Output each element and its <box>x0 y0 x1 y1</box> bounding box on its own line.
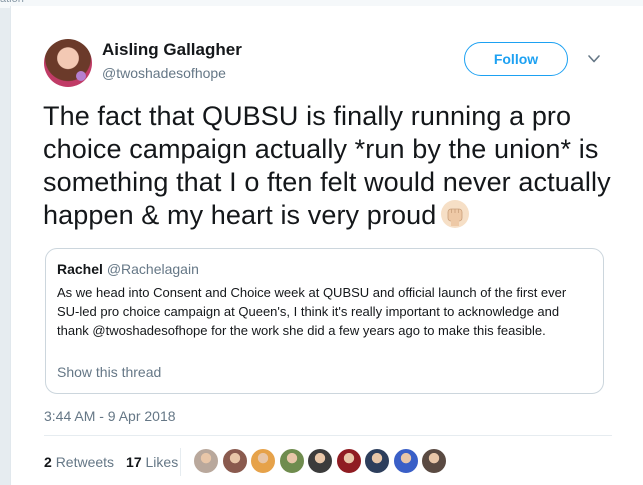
liker-avatar[interactable] <box>250 448 276 474</box>
tweet-timestamp[interactable]: 3:44 AM - 9 Apr 2018 <box>44 408 176 424</box>
liker-avatar[interactable] <box>335 448 362 474</box>
tweet-stats: 2 Retweets 17 Likes <box>44 454 178 470</box>
tweet-body: The fact that QUBSU is finally running a… <box>43 101 611 230</box>
liker-avatar[interactable] <box>221 448 248 474</box>
avatar[interactable] <box>44 39 92 87</box>
background-text: ation <box>0 0 24 5</box>
author-handle[interactable]: @twoshadesofhope <box>102 65 226 81</box>
retweets-count: 2 <box>44 454 52 470</box>
tweet-text: The fact that QUBSU is finally running a… <box>43 100 613 232</box>
stats-separator <box>180 448 181 476</box>
retweets-label: Retweets <box>55 454 115 470</box>
liker-avatar[interactable] <box>392 448 419 474</box>
quoted-author-name: Rachel <box>57 261 103 277</box>
quoted-author-handle: @Rachelagain <box>106 261 199 277</box>
liker-avatar[interactable] <box>307 448 333 474</box>
divider <box>44 435 612 436</box>
quoted-tweet-text: As we head into Consent and Choice week … <box>57 285 567 338</box>
likes-label: Likes <box>145 454 179 470</box>
show-thread-link[interactable]: Show this thread <box>57 364 161 380</box>
liker-avatar[interactable] <box>364 448 390 474</box>
quoted-tweet[interactable]: Rachel @Rachelagain As we head into Cons… <box>45 248 604 394</box>
liker-avatar[interactable] <box>421 448 447 474</box>
liker-avatar[interactable] <box>193 448 219 474</box>
likes-count: 17 <box>126 454 142 470</box>
likes-stat[interactable]: 17 Likes <box>126 454 178 470</box>
author-name[interactable]: Aisling Gallagher <box>102 40 242 60</box>
follow-button[interactable]: Follow <box>464 42 568 76</box>
chevron-down-icon[interactable] <box>587 52 601 66</box>
raised-fist-icon <box>441 200 470 228</box>
quoted-tweet-header: Rachel @Rachelagain <box>57 261 199 277</box>
retweets-stat[interactable]: 2 Retweets <box>44 454 114 470</box>
liker-avatar[interactable] <box>278 448 305 474</box>
tweet-card: Aisling Gallagher @twoshadesofhope Follo… <box>10 6 643 485</box>
